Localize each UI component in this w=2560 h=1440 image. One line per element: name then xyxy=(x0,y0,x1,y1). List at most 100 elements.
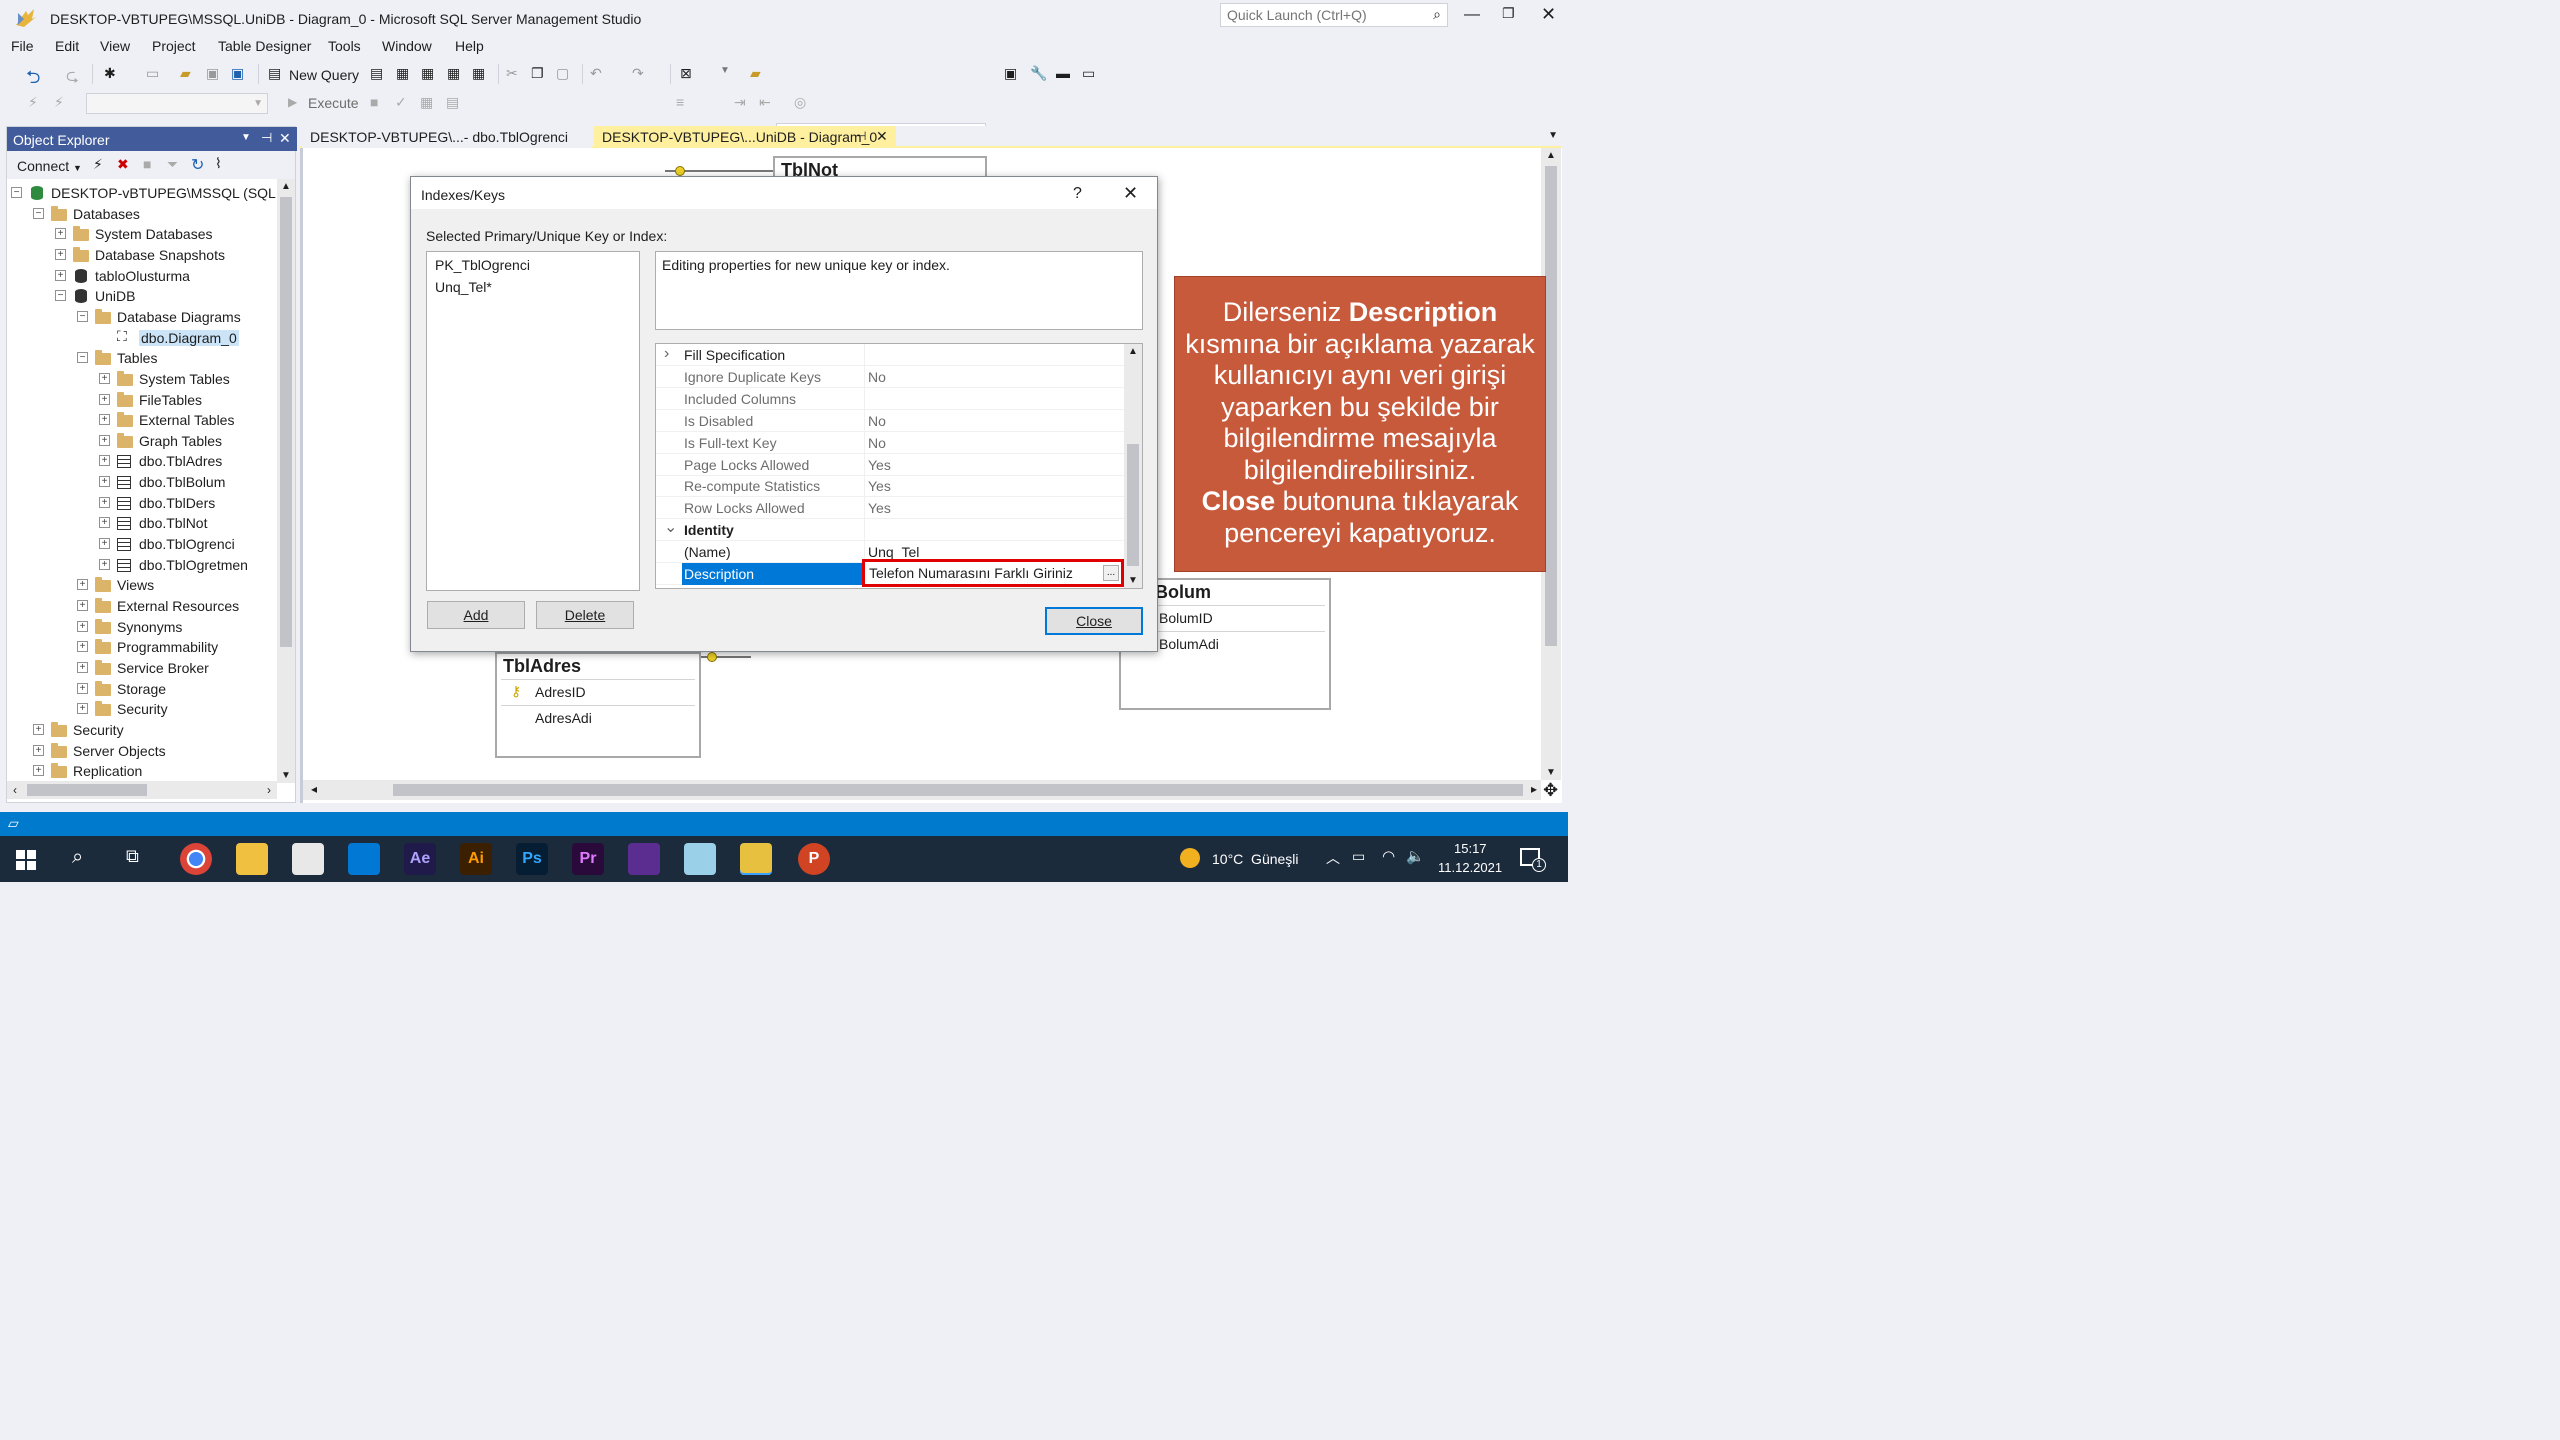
expand-icon[interactable]: + xyxy=(77,682,88,694)
tree-node[interactable]: + External Tables xyxy=(7,410,277,430)
collapse-icon[interactable]: − xyxy=(33,207,44,219)
help-button[interactable]: ? xyxy=(1073,185,1082,203)
add-button[interactable]: Add xyxy=(427,601,525,629)
close-window-button[interactable]: ✕ xyxy=(1541,4,1556,25)
quick-launch-input[interactable] xyxy=(1221,4,1411,26)
new-query-icon[interactable]: ▤ xyxy=(268,65,286,85)
expand-icon[interactable]: + xyxy=(77,703,88,715)
tree-node[interactable]: + Graph Tables xyxy=(7,431,277,451)
notepad-icon[interactable] xyxy=(684,843,716,875)
close-panel-icon[interactable]: ✕ xyxy=(279,130,291,147)
expand-icon[interactable]: + xyxy=(99,455,110,467)
tree-node[interactable]: + Programmability xyxy=(7,637,277,657)
expand-icon[interactable]: + xyxy=(77,620,88,632)
add-item-icon[interactable]: ▭ xyxy=(146,65,164,85)
store-icon[interactable] xyxy=(292,843,324,875)
undo-icon[interactable]: ↶ xyxy=(590,65,608,85)
tree-node[interactable]: + Replication xyxy=(7,761,277,779)
tree-node[interactable]: − Databases xyxy=(7,204,277,224)
dialog-close-icon[interactable]: ✕ xyxy=(1123,183,1138,204)
expand-icon[interactable]: + xyxy=(99,517,110,529)
redo-icon[interactable]: ↷ xyxy=(632,65,650,85)
dax-query-icon[interactable]: ▦ xyxy=(472,65,490,85)
battery-icon[interactable]: ▭ xyxy=(1352,848,1365,865)
tab-diagram[interactable]: DESKTOP-VBTUPEG\...UniDB - Diagram_0 ⊣ ✕ xyxy=(594,126,896,148)
expand-icon[interactable]: + xyxy=(99,414,110,426)
expand-icon[interactable]: + xyxy=(99,393,110,405)
key-item-pk[interactable]: PK_TblOgrenci xyxy=(435,257,530,273)
property-row[interactable]: Page Locks Allowed Yes xyxy=(656,453,1124,476)
chevron-down-icon[interactable]: ⌄ xyxy=(664,517,677,537)
object-explorer-icon[interactable]: ▣ xyxy=(1004,65,1022,85)
property-value[interactable]: Yes xyxy=(868,478,891,494)
search-icon[interactable]: ⌕ xyxy=(72,846,83,869)
indent-icon[interactable]: ⇥ xyxy=(734,94,752,114)
expand-icon[interactable]: + xyxy=(55,269,66,281)
tree-node[interactable]: − Tables xyxy=(7,348,277,368)
property-value[interactable]: No xyxy=(868,369,886,385)
new-project-icon[interactable]: ✱ xyxy=(104,65,122,85)
clock-time[interactable]: 15:17 xyxy=(1454,841,1487,856)
toolbox-icon[interactable]: ▬ xyxy=(1056,65,1074,85)
tab-tblogrenci[interactable]: DESKTOP-VBTUPEG\...- dbo.TblOgrenci xyxy=(302,126,592,148)
property-value[interactable]: Yes xyxy=(868,457,891,473)
filter-icon[interactable]: ⏷ xyxy=(167,156,178,173)
chevron-right-icon[interactable]: › xyxy=(664,345,669,363)
back-icon[interactable]: ⮌ xyxy=(26,65,44,87)
connect-dropdown[interactable]: Connect ▼ xyxy=(17,158,82,174)
column-row[interactable]: AdresAdi xyxy=(501,705,695,731)
property-value[interactable]: No xyxy=(868,413,886,429)
connect-plug-icon[interactable]: ⚡ xyxy=(93,156,103,173)
property-row[interactable]: Description Telefon Numarasını Farklı Gir… xyxy=(656,559,1124,587)
weather-text[interactable]: 10°C Güneşli xyxy=(1212,851,1299,867)
tree-vertical-scrollbar[interactable]: ▲ ▼ xyxy=(277,179,295,783)
expand-icon[interactable]: + xyxy=(77,600,88,611)
property-category[interactable]: › Fill Specification xyxy=(656,344,1124,366)
paste-icon[interactable]: ▢ xyxy=(556,65,574,85)
close-tab-icon[interactable]: ✕ xyxy=(876,128,888,145)
menu-tools[interactable]: Tools xyxy=(328,38,361,54)
outdent-icon[interactable]: ⇤ xyxy=(759,94,777,114)
premiere-icon[interactable]: Pr xyxy=(572,843,604,875)
tree-node[interactable]: − Database Diagrams xyxy=(7,307,277,327)
solution-config-dropdown-icon[interactable]: ▼ xyxy=(720,65,738,85)
weather-icon[interactable] xyxy=(1180,848,1200,868)
expand-icon[interactable]: + xyxy=(55,248,66,260)
property-value[interactable]: No xyxy=(868,435,886,451)
tree-node[interactable]: + dbo.TblDers xyxy=(7,493,277,513)
collapse-icon[interactable]: − xyxy=(11,187,22,198)
tree-node[interactable]: − DESKTOP-vBTUPEG\MSSQL (SQL Ser xyxy=(7,183,277,203)
comment-icon[interactable]: ≡ xyxy=(676,94,694,114)
property-row[interactable]: Ignore Duplicate Keys No xyxy=(656,365,1124,388)
expand-icon[interactable]: + xyxy=(99,558,110,570)
new-query-button[interactable]: New Query xyxy=(289,67,359,83)
parse-icon[interactable]: ✓ xyxy=(395,94,413,114)
search-icon[interactable]: ⌕ xyxy=(1433,6,1441,23)
disconnect-icon[interactable]: ✖ xyxy=(117,156,129,173)
photoshop-icon[interactable]: Ps xyxy=(516,843,548,875)
activity-icon[interactable]: ⌇ xyxy=(215,155,222,172)
quick-launch-box[interactable]: ⌕ xyxy=(1220,3,1448,27)
mdx-query-icon[interactable]: ▦ xyxy=(396,65,414,85)
description-input-highlight[interactable]: Telefon Numarasını Farklı Giriniz... xyxy=(862,559,1124,587)
key-item-unq[interactable]: Unq_Tel* xyxy=(435,279,492,295)
delete-button[interactable]: Delete xyxy=(536,601,634,629)
property-value[interactable]: Unq_Tel xyxy=(868,544,919,560)
canvas-horizontal-scrollbar[interactable]: ◂ ▸ xyxy=(303,780,1541,800)
menu-window[interactable]: Window xyxy=(382,38,432,54)
tree-node[interactable]: + Synonyms xyxy=(7,617,277,637)
collapse-icon[interactable]: − xyxy=(77,352,88,364)
chrome-icon[interactable] xyxy=(180,843,212,875)
minimize-button[interactable]: — xyxy=(1464,6,1480,24)
after-effects-icon[interactable]: Ae xyxy=(404,843,436,875)
menu-view[interactable]: View xyxy=(100,38,130,54)
specify-values-icon[interactable]: ◎ xyxy=(794,94,812,114)
tree-node[interactable]: + FileTables xyxy=(7,390,277,410)
save-icon[interactable]: ▣ xyxy=(206,65,224,85)
tree-node[interactable]: + System Databases xyxy=(7,224,277,244)
task-view-icon[interactable]: ⧉ xyxy=(126,846,139,867)
expand-icon[interactable]: + xyxy=(55,228,66,240)
tree-horizontal-scrollbar[interactable]: ‹ › xyxy=(7,781,277,799)
change-connection-icon[interactable]: ⚡ xyxy=(54,94,72,114)
tree-node[interactable]: + Server Objects xyxy=(7,741,277,761)
